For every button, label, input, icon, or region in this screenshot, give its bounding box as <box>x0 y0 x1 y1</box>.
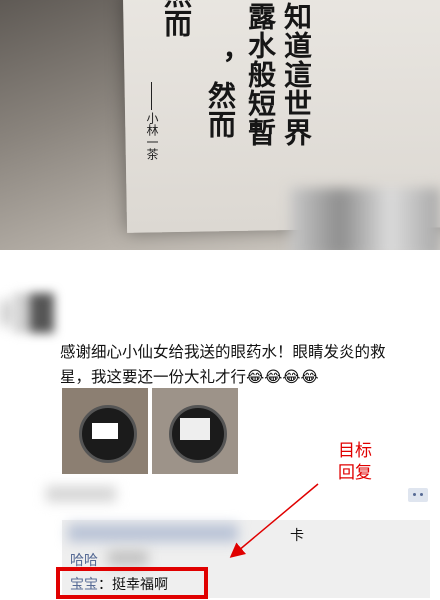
annotation-arrow <box>229 483 319 558</box>
